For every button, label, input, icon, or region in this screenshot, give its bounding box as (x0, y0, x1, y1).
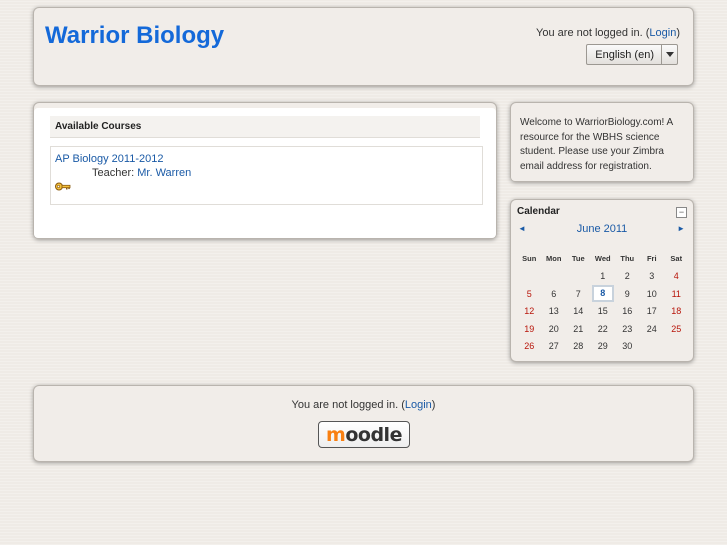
calendar-weekday: Tue (571, 254, 585, 264)
calendar-day: 30 (622, 341, 633, 352)
language-select[interactable]: English (en) (586, 44, 678, 65)
login-info: You are not logged in. (Login) (536, 27, 680, 39)
calendar-week-row: 5 6 7 8 9 10 11 (517, 285, 689, 303)
courses-heading: Available Courses (50, 116, 480, 138)
footer-panel: You are not logged in. (Login) m oodle (33, 385, 694, 462)
footer-login-prefix: You are not logged in. ( (291, 399, 405, 411)
calendar-day: 26 (524, 341, 535, 352)
calendar-day: 15 (597, 306, 608, 317)
courses-panel: Available Courses AP Biology 2011-2012 T… (33, 102, 497, 239)
footer-login-info: You are not logged in. (Login) (34, 399, 693, 411)
calendar-day: 21 (573, 323, 584, 334)
moodle-logo[interactable]: m oodle (318, 421, 410, 448)
calendar-day: 3 (649, 271, 655, 282)
teacher-label: Teacher: (92, 167, 138, 179)
calendar-today-label[interactable]: 8 (591, 285, 614, 303)
collapse-icon[interactable]: − (676, 207, 687, 218)
calendar-week-row: 1 2 3 4 (517, 268, 689, 286)
calendar-title: Calendar (517, 206, 560, 217)
calendar-day: 25 (671, 323, 682, 334)
calendar-month[interactable]: June 2011 (511, 223, 693, 235)
calendar-day: 10 (646, 288, 657, 299)
calendar-day: 7 (575, 288, 581, 299)
login-suffix: ) (676, 27, 680, 39)
calendar-week-row: 26 27 28 29 30 (517, 338, 689, 356)
key-icon[interactable] (55, 182, 71, 194)
courses-content: Available Courses AP Biology 2011-2012 T… (34, 108, 496, 238)
calendar-day: 28 (573, 341, 584, 352)
calendar-grid: Sun Mon Tue Wed Thu Fri Sat 1 2 3 4 5 6 7 8 9 10 11 12 13 14… (517, 250, 689, 355)
calendar-day: 17 (646, 306, 657, 317)
calendar-day: 4 (673, 271, 679, 282)
calendar-today: 8 (591, 285, 616, 303)
calendar-day: 24 (646, 323, 657, 334)
calendar-day: 6 (551, 288, 557, 299)
calendar-weekday: Thu (620, 254, 635, 264)
calendar-weekday: Wed (594, 254, 611, 264)
calendar-weekday: Sat (670, 254, 683, 264)
welcome-panel: Welcome to WarriorBiology.com! A resourc… (510, 102, 694, 182)
calendar-panel: Calendar − ◄ June 2011 ► Sun Mon Tue Wed Thu… (510, 199, 694, 362)
calendar-day: 22 (597, 323, 608, 334)
calendar-day: 16 (622, 306, 633, 317)
course-link[interactable]: AP Biology 2011-2012 (55, 153, 163, 165)
calendar-day: 20 (548, 323, 559, 334)
calendar-day: 2 (624, 271, 630, 282)
next-month-icon[interactable]: ► (677, 224, 685, 233)
moodle-logo-rest: oodle (345, 423, 402, 446)
calendar-day: 29 (597, 341, 608, 352)
calendar-weekday-row: Sun Mon Tue Wed Thu Fri Sat (517, 250, 689, 268)
calendar-weekday: Sun (522, 254, 537, 264)
calendar-day: 14 (573, 306, 584, 317)
moodle-logo-m: m (326, 423, 346, 446)
calendar-day: 27 (548, 341, 559, 352)
header-panel: Warrior Biology You are not logged in. (… (33, 7, 694, 86)
calendar-day: 18 (671, 306, 682, 317)
calendar-day: 1 (600, 271, 606, 282)
course-list-item: AP Biology 2011-2012 Teacher: Mr. Warren (50, 146, 483, 205)
calendar-weekday: Mon (546, 254, 562, 264)
login-prefix: You are not logged in. ( (536, 27, 650, 39)
calendar-day: 19 (524, 323, 535, 334)
welcome-text: Welcome to WarriorBiology.com! A resourc… (520, 117, 673, 172)
calendar-weekday: Fri (646, 254, 657, 264)
chevron-down-icon[interactable] (661, 45, 677, 64)
teacher-info: Teacher: Mr. Warren (92, 167, 191, 179)
footer-login-link[interactable]: Login (405, 399, 432, 411)
calendar-day: 23 (622, 323, 633, 334)
calendar-week-row: 19 20 21 22 23 24 25 (517, 320, 689, 338)
teacher-link[interactable]: Mr. Warren (137, 167, 191, 179)
calendar-day: 5 (526, 288, 532, 299)
login-link[interactable]: Login (649, 27, 676, 39)
calendar-week-row: 12 13 14 15 16 17 18 (517, 303, 689, 321)
calendar-day: 13 (548, 306, 559, 317)
language-value: English (en) (595, 48, 654, 61)
site-title[interactable]: Warrior Biology (45, 22, 224, 50)
calendar-day: 12 (524, 306, 535, 317)
calendar-day: 9 (624, 288, 630, 299)
welcome-content: Welcome to WarriorBiology.com! A resourc… (511, 108, 693, 181)
footer-login-suffix: ) (431, 399, 436, 411)
calendar-day: 11 (671, 288, 681, 299)
